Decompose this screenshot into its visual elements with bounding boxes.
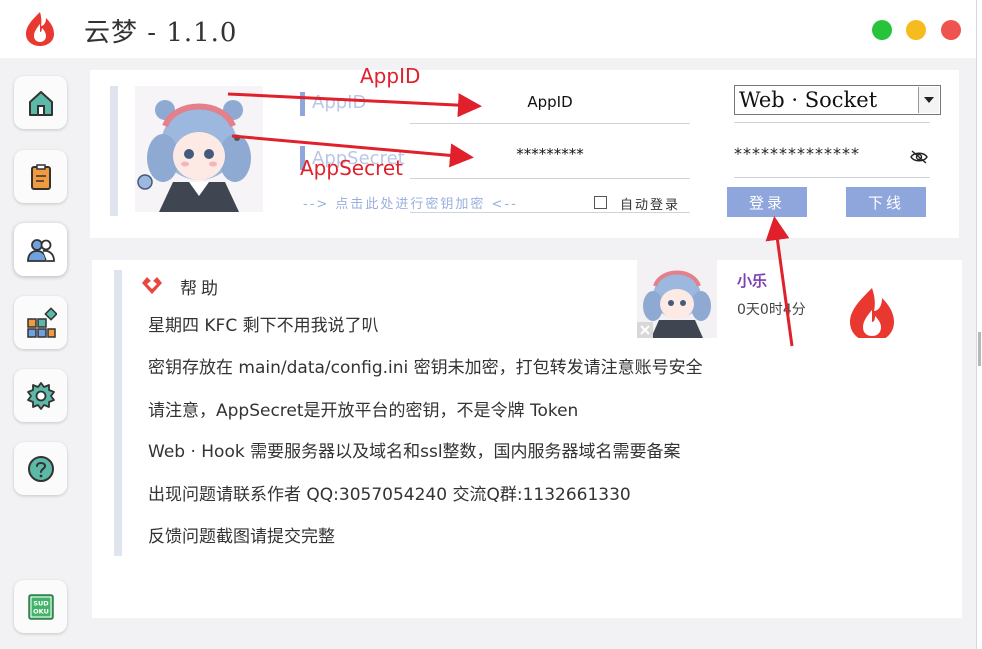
annotation-appid: AppID [360,64,421,88]
annotation-arrows [227,92,794,347]
annotation-appsecret: AppSecret [300,156,403,180]
